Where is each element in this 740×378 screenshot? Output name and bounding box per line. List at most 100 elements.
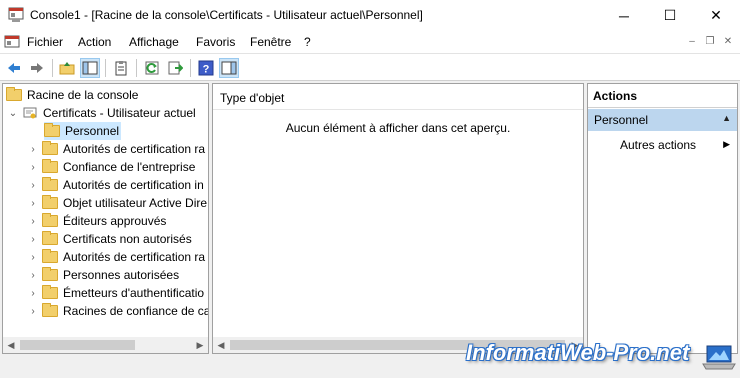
window-title: Console1 - [Racine de la console\Certifi… — [30, 8, 423, 22]
folder-icon — [42, 303, 58, 317]
tree-item[interactable]: › Confiance de l'entreprise — [28, 158, 195, 176]
show-hide-action-pane-button[interactable] — [219, 58, 239, 78]
toolbar-separator — [52, 59, 53, 77]
tree-item[interactable]: › Autorités de certification ra — [28, 248, 205, 266]
refresh-icon — [145, 61, 159, 75]
tree-item-label: Autorités de certification ra — [63, 142, 206, 156]
menu-favoris[interactable]: Favoris — [196, 35, 235, 49]
folder-icon — [6, 87, 22, 101]
minimize-button[interactable]: ─ — [601, 0, 647, 31]
help-button[interactable]: ? — [196, 58, 216, 78]
clipboard-button[interactable] — [111, 58, 131, 78]
tree-item-label: Confiance de l'entreprise — [63, 160, 196, 174]
laptop-icon — [702, 345, 736, 370]
folder-icon — [42, 213, 58, 227]
tree-root-label: Racine de la console — [27, 88, 139, 102]
folder-icon — [42, 249, 58, 263]
toolbar-separator — [105, 59, 106, 77]
chevron-down-icon[interactable]: ⌄ — [8, 108, 18, 119]
certificate-store-icon — [23, 107, 37, 119]
actions-section-personnel[interactable]: Personnel ▲ — [588, 109, 737, 131]
chevron-right-icon[interactable]: › — [28, 288, 38, 299]
folder-icon — [42, 195, 58, 209]
tree-item-label: Autorités de certification ra — [63, 250, 206, 264]
menu-bar: Fichier Action Affichage Favoris Fenêtre… — [0, 31, 740, 53]
refresh-button[interactable] — [142, 58, 162, 78]
tree-item[interactable]: › Émetteurs d'authentificatio — [28, 284, 204, 302]
clipboard-icon — [115, 61, 127, 76]
show-hide-tree-button[interactable] — [80, 58, 100, 78]
submenu-arrow-icon: ▶ — [723, 139, 730, 149]
chevron-right-icon[interactable]: › — [28, 216, 38, 227]
chevron-right-icon[interactable]: › — [28, 306, 38, 317]
menu-help[interactable]: ? — [304, 35, 311, 49]
up-folder-button[interactable] — [57, 58, 77, 78]
tree-item-label: Éditeurs approuvés — [63, 214, 167, 228]
svg-text:?: ? — [203, 64, 210, 76]
menu-fichier[interactable]: Fichier — [27, 35, 63, 49]
actions-pane: Actions Personnel ▲ Autres actions ▶ — [587, 83, 738, 354]
tree-item-personnel[interactable]: Personnel — [44, 122, 122, 140]
folder-icon — [42, 177, 58, 191]
mdi-restore-button[interactable]: ❐ — [702, 34, 718, 50]
menu-action[interactable]: Action — [78, 35, 111, 49]
chevron-right-icon[interactable]: › — [28, 234, 38, 245]
actions-header: Actions — [588, 84, 737, 108]
tree-root[interactable]: Racine de la console — [6, 86, 138, 104]
chevron-right-icon[interactable]: › — [28, 162, 38, 173]
scroll-left-icon[interactable]: ◀ — [3, 337, 19, 353]
toolbar: ? — [0, 53, 740, 81]
scroll-right-icon[interactable]: ▶ — [192, 337, 208, 353]
folder-icon — [42, 267, 58, 281]
tree-item[interactable]: › Autorités de certification in — [28, 176, 204, 194]
collapse-up-icon[interactable]: ▲ — [722, 113, 731, 123]
tree-store-label: Certificats - Utilisateur actuel — [43, 106, 196, 120]
chevron-right-icon[interactable]: › — [28, 180, 38, 191]
tree-item[interactable]: › Certificats non autorisés — [28, 230, 192, 248]
menu-fenetre[interactable]: Fenêtre — [250, 35, 291, 49]
chevron-right-icon[interactable]: › — [28, 144, 38, 155]
console-tree-pane: Racine de la console ⌄ Certificats - Uti… — [2, 83, 209, 354]
mmc-console-icon — [8, 7, 24, 22]
tree-store[interactable]: ⌄ Certificats - Utilisateur actuel — [8, 104, 196, 122]
scroll-left-icon[interactable]: ◀ — [213, 337, 229, 353]
more-actions-item[interactable]: Autres actions ▶ — [588, 136, 737, 156]
folder-icon — [44, 123, 60, 137]
show-hide-action-pane-icon — [221, 61, 237, 75]
tree-item-label: Certificats non autorisés — [63, 232, 192, 246]
folder-icon — [42, 141, 58, 155]
tree-item[interactable]: › Éditeurs approuvés — [28, 212, 166, 230]
tree-item[interactable]: › Personnes autorisées — [28, 266, 179, 284]
empty-message: Aucun élément à afficher dans cet aperçu… — [285, 121, 511, 135]
toolbar-separator — [136, 59, 137, 77]
column-header-type[interactable]: Type d'objet — [220, 91, 284, 105]
close-button[interactable]: ✕ — [693, 0, 739, 31]
maximize-button[interactable]: ☐ — [647, 0, 693, 31]
more-actions-label: Autres actions — [620, 138, 697, 152]
tree-item-label: Émetteurs d'authentificatio — [63, 286, 205, 300]
title-bar: Console1 - [Racine de la console\Certifi… — [0, 0, 740, 31]
tree-item[interactable]: › Autorités de certification ra — [28, 140, 205, 158]
forward-button[interactable] — [27, 58, 47, 78]
chevron-right-icon[interactable]: › — [28, 198, 38, 209]
back-button[interactable] — [4, 58, 24, 78]
back-icon — [8, 63, 20, 73]
tree-item[interactable]: › Objet utilisateur Active Dire — [28, 194, 207, 212]
tree-item-label: Autorités de certification in — [63, 178, 204, 192]
mdi-close-button[interactable]: ✕ — [720, 34, 736, 50]
chevron-right-icon[interactable]: › — [28, 270, 38, 281]
chevron-right-icon[interactable]: › — [28, 252, 38, 263]
mmc-system-menu-icon[interactable] — [4, 34, 20, 50]
tree-item[interactable]: › Racines de confiance de ca — [28, 302, 208, 320]
show-hide-tree-icon — [82, 61, 98, 75]
results-pane: Type d'objet Aucun élément à afficher da… — [212, 83, 584, 354]
folder-icon — [42, 159, 58, 173]
scrollbar-thumb[interactable] — [20, 340, 135, 350]
tree-item-label: Personnes autorisées — [63, 268, 180, 282]
export-list-button[interactable] — [165, 58, 185, 78]
mdi-minimize-button[interactable]: – — [684, 34, 700, 50]
menu-affichage[interactable]: Affichage — [129, 35, 179, 49]
export-list-icon — [168, 61, 183, 75]
tree-horizontal-scrollbar[interactable]: ◀ ▶ — [3, 337, 208, 353]
tree-item-label: Personnel — [65, 124, 120, 138]
